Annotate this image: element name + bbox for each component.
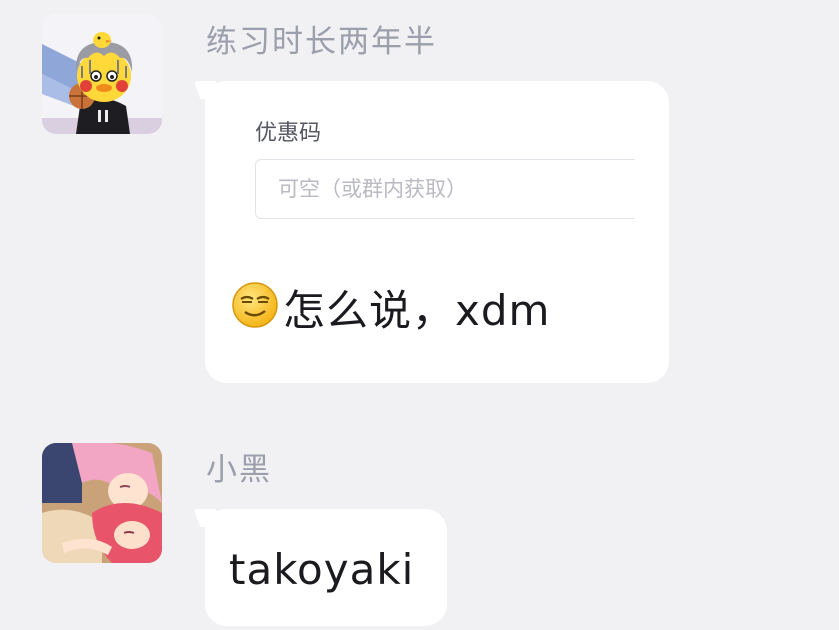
message-text: 怎么说，xdm — [283, 286, 551, 335]
message-text-row: 怎么说，xdm — [231, 277, 550, 343]
avatar[interactable] — [42, 443, 162, 563]
coupon-label: 优惠码 — [255, 121, 322, 146]
duck-basketball-avatar-icon — [42, 14, 162, 134]
sender-name: 练习时长两年半 — [206, 24, 437, 60]
sender-name: 小黑 — [206, 452, 272, 488]
avatar[interactable] — [42, 14, 162, 134]
coupon-code-input[interactable] — [255, 159, 635, 219]
message-bubble[interactable]: takoyaki — [205, 509, 447, 626]
anime-pink-hair-avatar-icon — [42, 443, 162, 563]
smirk-face-emoji-icon — [231, 281, 279, 339]
chat-message: 小黑 takoyaki — [0, 430, 839, 630]
chat-message: 练习时长两年半 优惠码 可空（或群内获取） 怎么说，xdm — [0, 0, 839, 400]
coupon-form-screenshot: 优惠码 — [255, 113, 635, 225]
message-bubble[interactable]: 优惠码 可空（或群内获取） 怎么说，xdm — [205, 81, 669, 383]
chat-view: 练习时长两年半 优惠码 可空（或群内获取） 怎么说，xdm 小黑 takoyak… — [0, 0, 839, 630]
message-text: takoyaki — [229, 545, 415, 594]
